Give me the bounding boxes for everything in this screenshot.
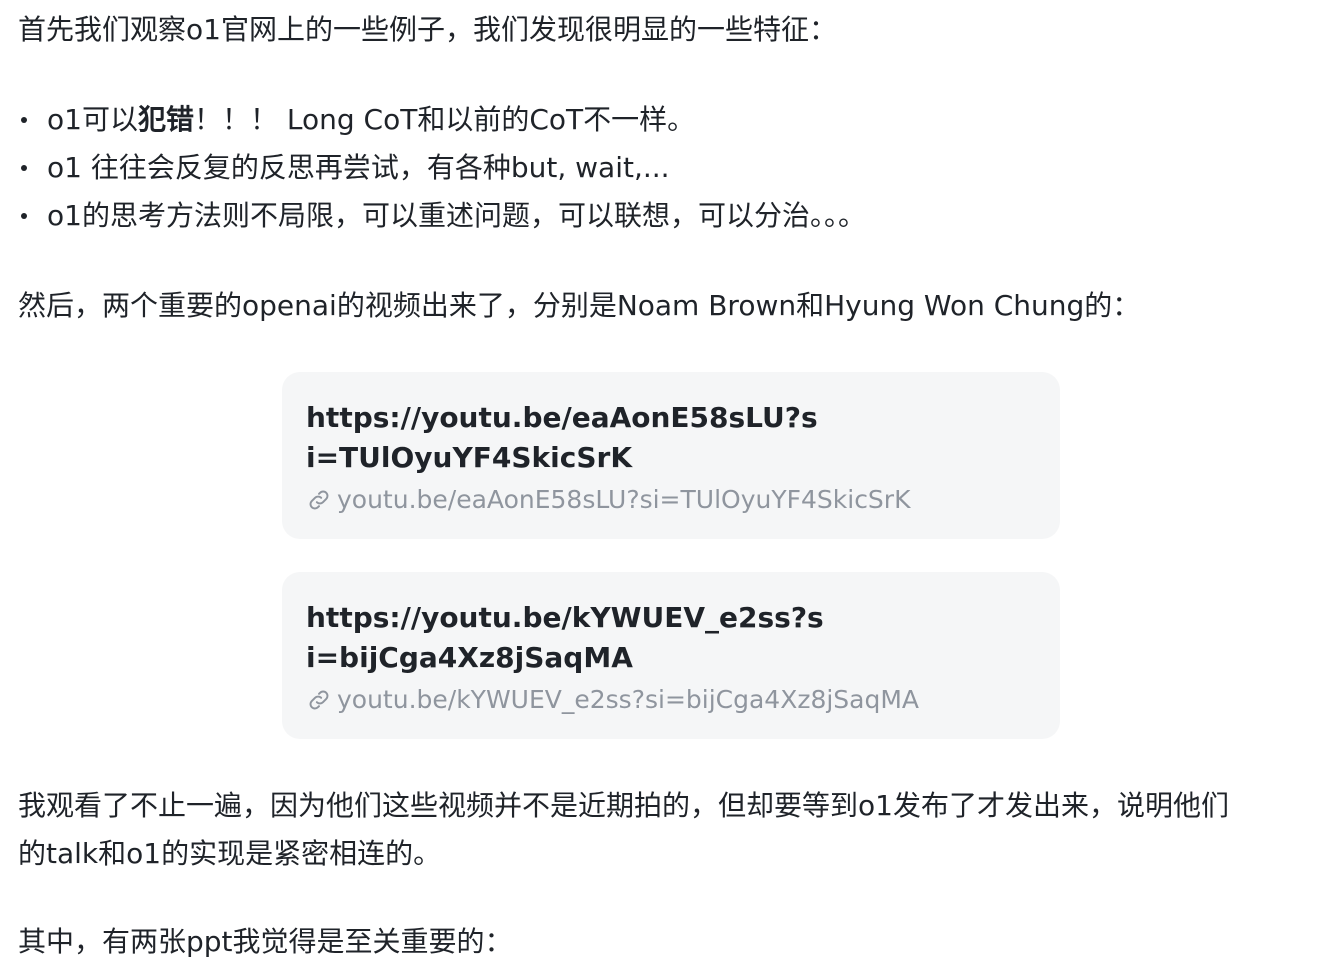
list-item-text: o1的思考方法则不局限，可以重述问题，可以联想，可以分治。。。	[47, 199, 866, 232]
paragraph-line-2: 的talk和o1的实现是紧密相连的。	[18, 837, 442, 870]
feature-list: o1可以犯错！！！ Long CoT和以前的CoT不一样。 o1 往往会反复的反…	[18, 96, 866, 240]
bullet-dot	[21, 213, 27, 219]
videos-intro-paragraph: 然后，两个重要的openai的视频出来了，分别是Noam Brown和Hyung…	[18, 289, 1141, 322]
link-card-url[interactable]: youtu.be/eaAonE58sLU?si=TUlOyuYF4SkicSrK	[337, 482, 910, 518]
list-item: o1的思考方法则不局限，可以重述问题，可以联想，可以分治。。。	[18, 192, 866, 240]
list-item: o1可以犯错！！！ Long CoT和以前的CoT不一样。	[18, 96, 866, 144]
link-icon	[309, 490, 329, 510]
list-item-text-bold: 犯错	[137, 103, 194, 136]
link-card-title[interactable]: https://youtu.be/kYWUEV_e2ss?si=bijCga4X…	[306, 598, 826, 678]
intro-paragraph: 首先我们观察o1官网上的一些例子，我们发现很明显的一些特征：	[18, 13, 837, 46]
list-item-text-post: ！！！ Long CoT和以前的CoT不一样。	[193, 103, 696, 136]
list-item-text-pre: o1可以	[47, 103, 138, 136]
link-card-url[interactable]: youtu.be/kYWUEV_e2ss?si=bijCga4Xz8jSaqMA	[337, 682, 919, 718]
link-card-url-row[interactable]: youtu.be/kYWUEV_e2ss?si=bijCga4Xz8jSaqMA	[306, 682, 1036, 718]
bullet-dot	[21, 165, 27, 171]
link-icon	[309, 690, 329, 710]
bullet-dot	[21, 117, 27, 123]
paragraph-line-1: 我观看了不止一遍，因为他们这些视频并不是近期拍的，但却要等到o1发布了才发出来，…	[18, 789, 1229, 822]
list-item: o1 往往会反复的反思再尝试，有各种but, wait,...	[18, 144, 866, 192]
document-body: 首先我们观察o1官网上的一些例子，我们发现很明显的一些特征： o1可以犯错！！！…	[0, 0, 1336, 968]
link-card-title[interactable]: https://youtu.be/eaAonE58sLU?si=TUlOyuYF…	[306, 398, 826, 478]
link-card-url-row[interactable]: youtu.be/eaAonE58sLU?si=TUlOyuYF4SkicSrK	[306, 482, 1036, 518]
link-card-video-1[interactable]: https://youtu.be/eaAonE58sLU?si=TUlOyuYF…	[282, 372, 1060, 539]
ppt-intro-paragraph: 其中，有两张ppt我觉得是至关重要的：	[18, 925, 513, 958]
link-card-video-2[interactable]: https://youtu.be/kYWUEV_e2ss?si=bijCga4X…	[282, 572, 1060, 739]
list-item-text: o1 往往会反复的反思再尝试，有各种but, wait,...	[47, 151, 670, 184]
